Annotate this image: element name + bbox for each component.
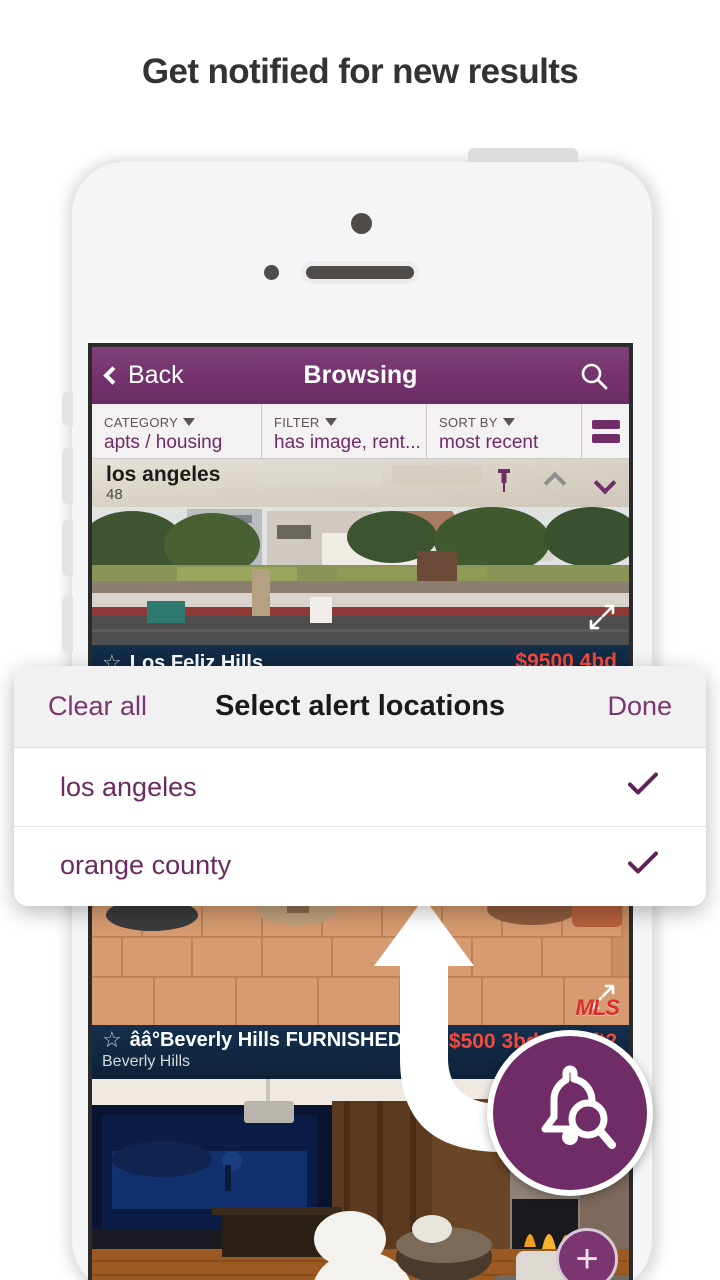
star-outline-icon[interactable]: ☆	[102, 1029, 122, 1051]
phone-silent-switch	[62, 392, 73, 426]
chevron-up-icon[interactable]	[543, 471, 567, 495]
list-item[interactable]: orange county	[14, 826, 706, 904]
tile-photo-art	[92, 903, 629, 1025]
listing-photo-street[interactable]	[92, 507, 629, 645]
modal-header: Clear all Select alert locations Done	[14, 666, 706, 748]
filter-filter-label: FILTER	[274, 414, 320, 430]
chevron-left-icon	[103, 366, 122, 385]
filter-bar: CATEGORY apts / housing FILTER has image…	[92, 404, 629, 459]
select-alert-locations-modal: Clear all Select alert locations Done lo…	[14, 666, 706, 906]
location-name: los angeles	[106, 462, 221, 486]
earpiece-speaker-icon	[306, 266, 414, 279]
search-icon[interactable]	[579, 361, 609, 396]
checkmark-icon	[628, 851, 658, 880]
phone-volume-down-button	[62, 520, 73, 576]
location-header-icons	[495, 459, 617, 507]
list-view-icon[interactable]	[582, 404, 629, 458]
mls-badge: MLS	[575, 995, 620, 1020]
alert-search-fab[interactable]	[487, 1030, 653, 1196]
filter-filter-value: has image, rent...	[274, 431, 421, 453]
expand-arrows-icon[interactable]	[589, 604, 615, 635]
filter-sort-label-row: SORT BY	[439, 415, 581, 430]
page-root: Get notified for new results Back Browsi…	[0, 0, 720, 1280]
bell-search-icon	[541, 1065, 616, 1149]
done-button[interactable]: Done	[607, 691, 672, 722]
plus-icon: +	[575, 1237, 599, 1280]
chevron-down-icon	[502, 418, 515, 426]
chevron-down-icon	[183, 418, 196, 426]
filter-category-label-row: CATEGORY	[104, 415, 261, 430]
location-group-header[interactable]: los angeles 48	[92, 459, 629, 507]
filter-category-label: CATEGORY	[104, 414, 179, 430]
chevron-down-icon[interactable]	[593, 471, 617, 495]
location-count: 48	[106, 485, 123, 503]
street-photo-art	[92, 507, 629, 645]
app-navbar: Back Browsing	[92, 347, 629, 404]
listing-title: ââ°Beverly Hills FURNISHED ...	[129, 1029, 425, 1051]
listing-subtitle: Beverly Hills	[102, 1053, 191, 1070]
list-view-bar	[591, 419, 620, 429]
back-button-label: Back	[128, 361, 184, 389]
chevron-down-icon	[324, 418, 337, 426]
filter-sort-label: SORT BY	[439, 414, 498, 430]
clear-all-button[interactable]: Clear all	[48, 691, 147, 722]
filter-category[interactable]: CATEGORY apts / housing	[92, 404, 262, 458]
location-texts: los angeles 48	[106, 462, 221, 503]
listing-photo-tile[interactable]: MLS	[92, 903, 629, 1025]
phone-volume-button-extra	[62, 596, 73, 652]
list-view-bar	[591, 433, 620, 443]
front-camera-icon	[351, 213, 372, 234]
map-pin-icon[interactable]	[495, 468, 513, 499]
filter-filter[interactable]: FILTER has image, rent...	[262, 404, 427, 458]
filter-category-value: apts / housing	[104, 431, 223, 453]
list-item-label: orange county	[60, 850, 232, 880]
list-item-label: los angeles	[60, 771, 197, 802]
filter-sort-by[interactable]: SORT BY most recent	[427, 404, 582, 458]
back-button[interactable]: Back	[103, 361, 184, 390]
phone-volume-up-button	[62, 448, 73, 504]
filter-sort-value: most recent	[439, 431, 539, 453]
checkmark-icon	[628, 772, 658, 802]
filter-filter-label-row: FILTER	[274, 415, 426, 430]
page-title: Get notified for new results	[141, 52, 579, 91]
proximity-sensor-icon	[264, 265, 279, 280]
list-item[interactable]: los angeles	[14, 748, 706, 826]
